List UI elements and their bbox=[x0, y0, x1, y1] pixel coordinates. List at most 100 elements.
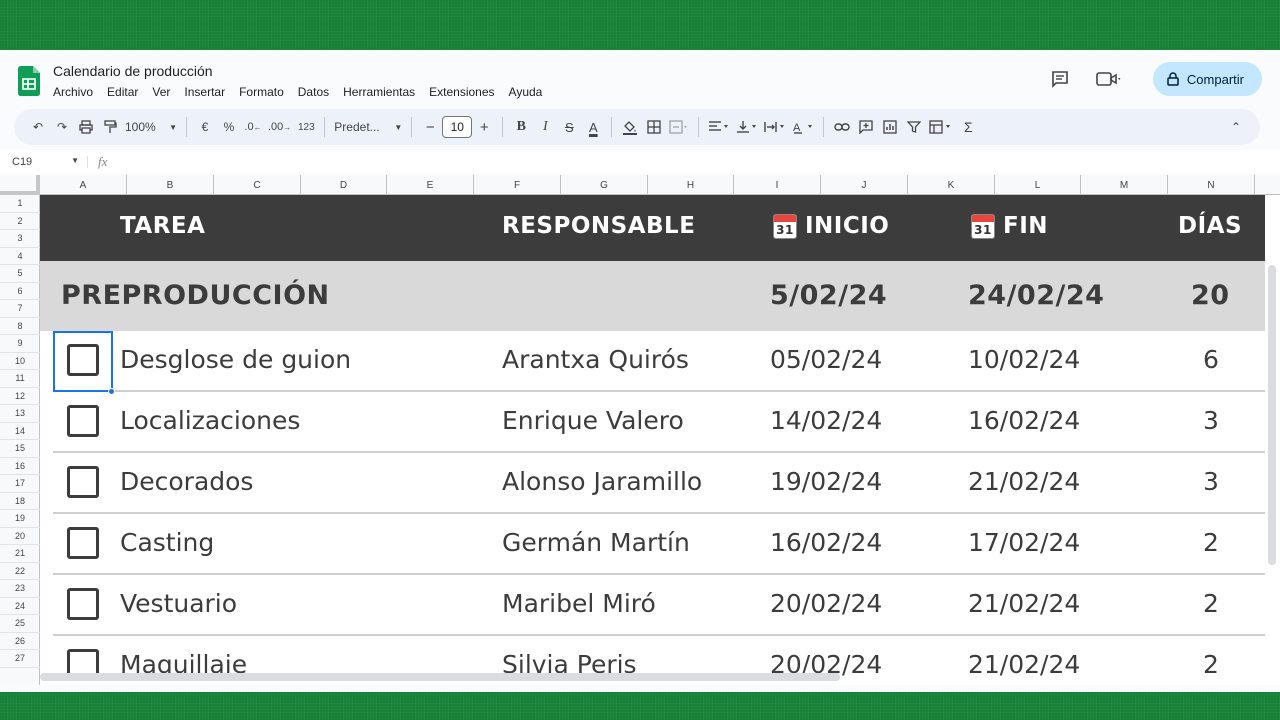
number-format-button[interactable]: 123 bbox=[294, 114, 318, 140]
row-header[interactable]: 13 bbox=[0, 405, 40, 423]
menu-ayuda[interactable]: Ayuda bbox=[509, 85, 543, 99]
row-header[interactable]: 9 bbox=[0, 335, 40, 353]
font-select[interactable]: Predet... ▼ bbox=[331, 114, 405, 140]
row-header[interactable]: 4 bbox=[0, 248, 40, 265]
vertical-scrollbar[interactable] bbox=[1268, 265, 1276, 565]
menu-ver[interactable]: Ver bbox=[152, 85, 170, 99]
borders-icon[interactable] bbox=[642, 114, 666, 140]
text-color-button[interactable]: A bbox=[581, 114, 605, 140]
select-all-corner[interactable] bbox=[0, 175, 40, 195]
row-header[interactable]: 18 bbox=[0, 493, 40, 510]
row-header[interactable]: 27 bbox=[0, 650, 40, 668]
task-checkbox[interactable] bbox=[67, 405, 99, 437]
row-header[interactable]: 12 bbox=[0, 388, 40, 405]
share-button[interactable]: Compartir bbox=[1152, 62, 1262, 96]
menu-editar[interactable]: Editar bbox=[107, 85, 138, 99]
task-row[interactable]: Casting Germán Martín 16/02/24 17/02/24 … bbox=[53, 514, 1265, 575]
insert-chart-icon[interactable] bbox=[878, 114, 902, 140]
row-header[interactable]: 15 bbox=[0, 440, 40, 458]
redo-icon[interactable]: ↷ bbox=[50, 114, 74, 140]
row-header[interactable]: 25 bbox=[0, 615, 40, 633]
row-header[interactable]: 14 bbox=[0, 423, 40, 440]
task-row[interactable]: Desglose de guion Arantxa Quirós 05/02/2… bbox=[53, 331, 1265, 392]
row-header[interactable]: 1 bbox=[0, 195, 40, 213]
text-rotation-icon[interactable]: A bbox=[789, 114, 817, 140]
insert-comment-icon[interactable] bbox=[854, 114, 878, 140]
fill-handle[interactable] bbox=[108, 388, 115, 395]
print-icon[interactable] bbox=[74, 114, 98, 140]
column-header-k[interactable]: K bbox=[908, 175, 995, 195]
column-header-a[interactable]: A bbox=[40, 175, 127, 195]
increase-decimal-button[interactable]: .00 → bbox=[265, 114, 294, 140]
task-row[interactable]: Localizaciones Enrique Valero 14/02/24 1… bbox=[53, 392, 1265, 453]
row-header[interactable]: 8 bbox=[0, 318, 40, 335]
column-header-b[interactable]: B bbox=[127, 175, 214, 195]
comments-icon[interactable] bbox=[1045, 64, 1075, 94]
row-header[interactable]: 22 bbox=[0, 563, 40, 580]
row-header[interactable]: 11 bbox=[0, 370, 40, 388]
row-header[interactable]: 16 bbox=[0, 458, 40, 475]
sheets-logo-icon[interactable] bbox=[18, 66, 40, 96]
font-size-decrease-button[interactable]: − bbox=[418, 114, 442, 140]
text-wrap-icon[interactable] bbox=[761, 114, 789, 140]
menu-formato[interactable]: Formato bbox=[239, 85, 284, 99]
filter-icon[interactable] bbox=[902, 114, 926, 140]
task-checkbox[interactable] bbox=[67, 527, 99, 559]
task-row[interactable]: Vestuario Maribel Miró 20/02/24 21/02/24… bbox=[53, 575, 1265, 636]
row-header[interactable]: 6 bbox=[0, 283, 40, 300]
menu-extensiones[interactable]: Extensiones bbox=[429, 85, 494, 99]
row-header[interactable]: 23 bbox=[0, 580, 40, 598]
italic-button[interactable]: I bbox=[533, 114, 557, 140]
task-checkbox[interactable] bbox=[67, 466, 99, 498]
fill-color-icon[interactable] bbox=[618, 114, 642, 140]
column-header-d[interactable]: D bbox=[301, 175, 387, 195]
column-header-g[interactable]: G bbox=[561, 175, 648, 195]
column-header-c[interactable]: C bbox=[214, 175, 301, 195]
name-box[interactable]: C19 ▼ bbox=[0, 156, 88, 168]
column-header-e[interactable]: E bbox=[387, 175, 474, 195]
column-header-n[interactable]: N bbox=[1168, 175, 1255, 195]
decrease-decimal-button[interactable]: .0 ← bbox=[241, 114, 265, 140]
row-header[interactable]: 3 bbox=[0, 230, 40, 248]
zoom-select[interactable]: 100% ▼ bbox=[122, 114, 180, 140]
row-header[interactable]: 21 bbox=[0, 545, 40, 563]
task-checkbox[interactable] bbox=[67, 588, 99, 620]
row-header[interactable]: 19 bbox=[0, 510, 40, 528]
vertical-align-icon[interactable] bbox=[733, 114, 761, 140]
row-header[interactable]: 20 bbox=[0, 528, 40, 545]
task-row[interactable]: Decorados Alonso Jaramillo 19/02/24 21/0… bbox=[53, 453, 1265, 514]
strikethrough-button[interactable]: S bbox=[557, 114, 581, 140]
row-header[interactable]: 2 bbox=[0, 213, 40, 230]
horizontal-scrollbar[interactable] bbox=[40, 673, 840, 681]
task-checkbox[interactable] bbox=[67, 344, 99, 376]
menu-datos[interactable]: Datos bbox=[298, 85, 329, 99]
section-row[interactable]: PREPRODUCCIÓN 5/02/24 24/02/24 20 bbox=[40, 261, 1265, 331]
font-size-input[interactable]: 10 bbox=[442, 116, 473, 138]
percent-format-button[interactable]: % bbox=[217, 114, 241, 140]
bold-button[interactable]: B bbox=[509, 114, 533, 140]
row-header[interactable]: 5 bbox=[0, 265, 40, 283]
chevron-up-icon[interactable]: ⌃ bbox=[1224, 114, 1248, 140]
functions-button[interactable]: Σ bbox=[956, 114, 980, 140]
row-header[interactable]: 7 bbox=[0, 300, 40, 318]
row-header[interactable]: 17 bbox=[0, 475, 40, 493]
menu-insertar[interactable]: Insertar bbox=[184, 85, 225, 99]
merge-cells-icon[interactable] bbox=[666, 114, 692, 140]
row-header[interactable]: 26 bbox=[0, 633, 40, 650]
column-header-j[interactable]: J bbox=[821, 175, 908, 195]
document-title[interactable]: Calendario de producción bbox=[53, 63, 213, 79]
menu-herramientas[interactable]: Herramientas bbox=[343, 85, 415, 99]
row-header[interactable]: 10 bbox=[0, 353, 40, 370]
column-header-m[interactable]: M bbox=[1081, 175, 1168, 195]
column-header-i[interactable]: I bbox=[734, 175, 821, 195]
meet-video-icon[interactable] bbox=[1089, 64, 1129, 94]
formula-input[interactable] bbox=[107, 152, 1280, 172]
column-header-l[interactable]: L bbox=[995, 175, 1081, 195]
paint-format-icon[interactable] bbox=[98, 114, 122, 140]
insert-link-icon[interactable] bbox=[830, 114, 854, 140]
undo-icon[interactable]: ↶ bbox=[26, 114, 50, 140]
column-header-f[interactable]: F bbox=[474, 175, 561, 195]
column-header-h[interactable]: H bbox=[648, 175, 734, 195]
filter-views-icon[interactable] bbox=[926, 114, 956, 140]
row-header[interactable]: 24 bbox=[0, 598, 40, 615]
